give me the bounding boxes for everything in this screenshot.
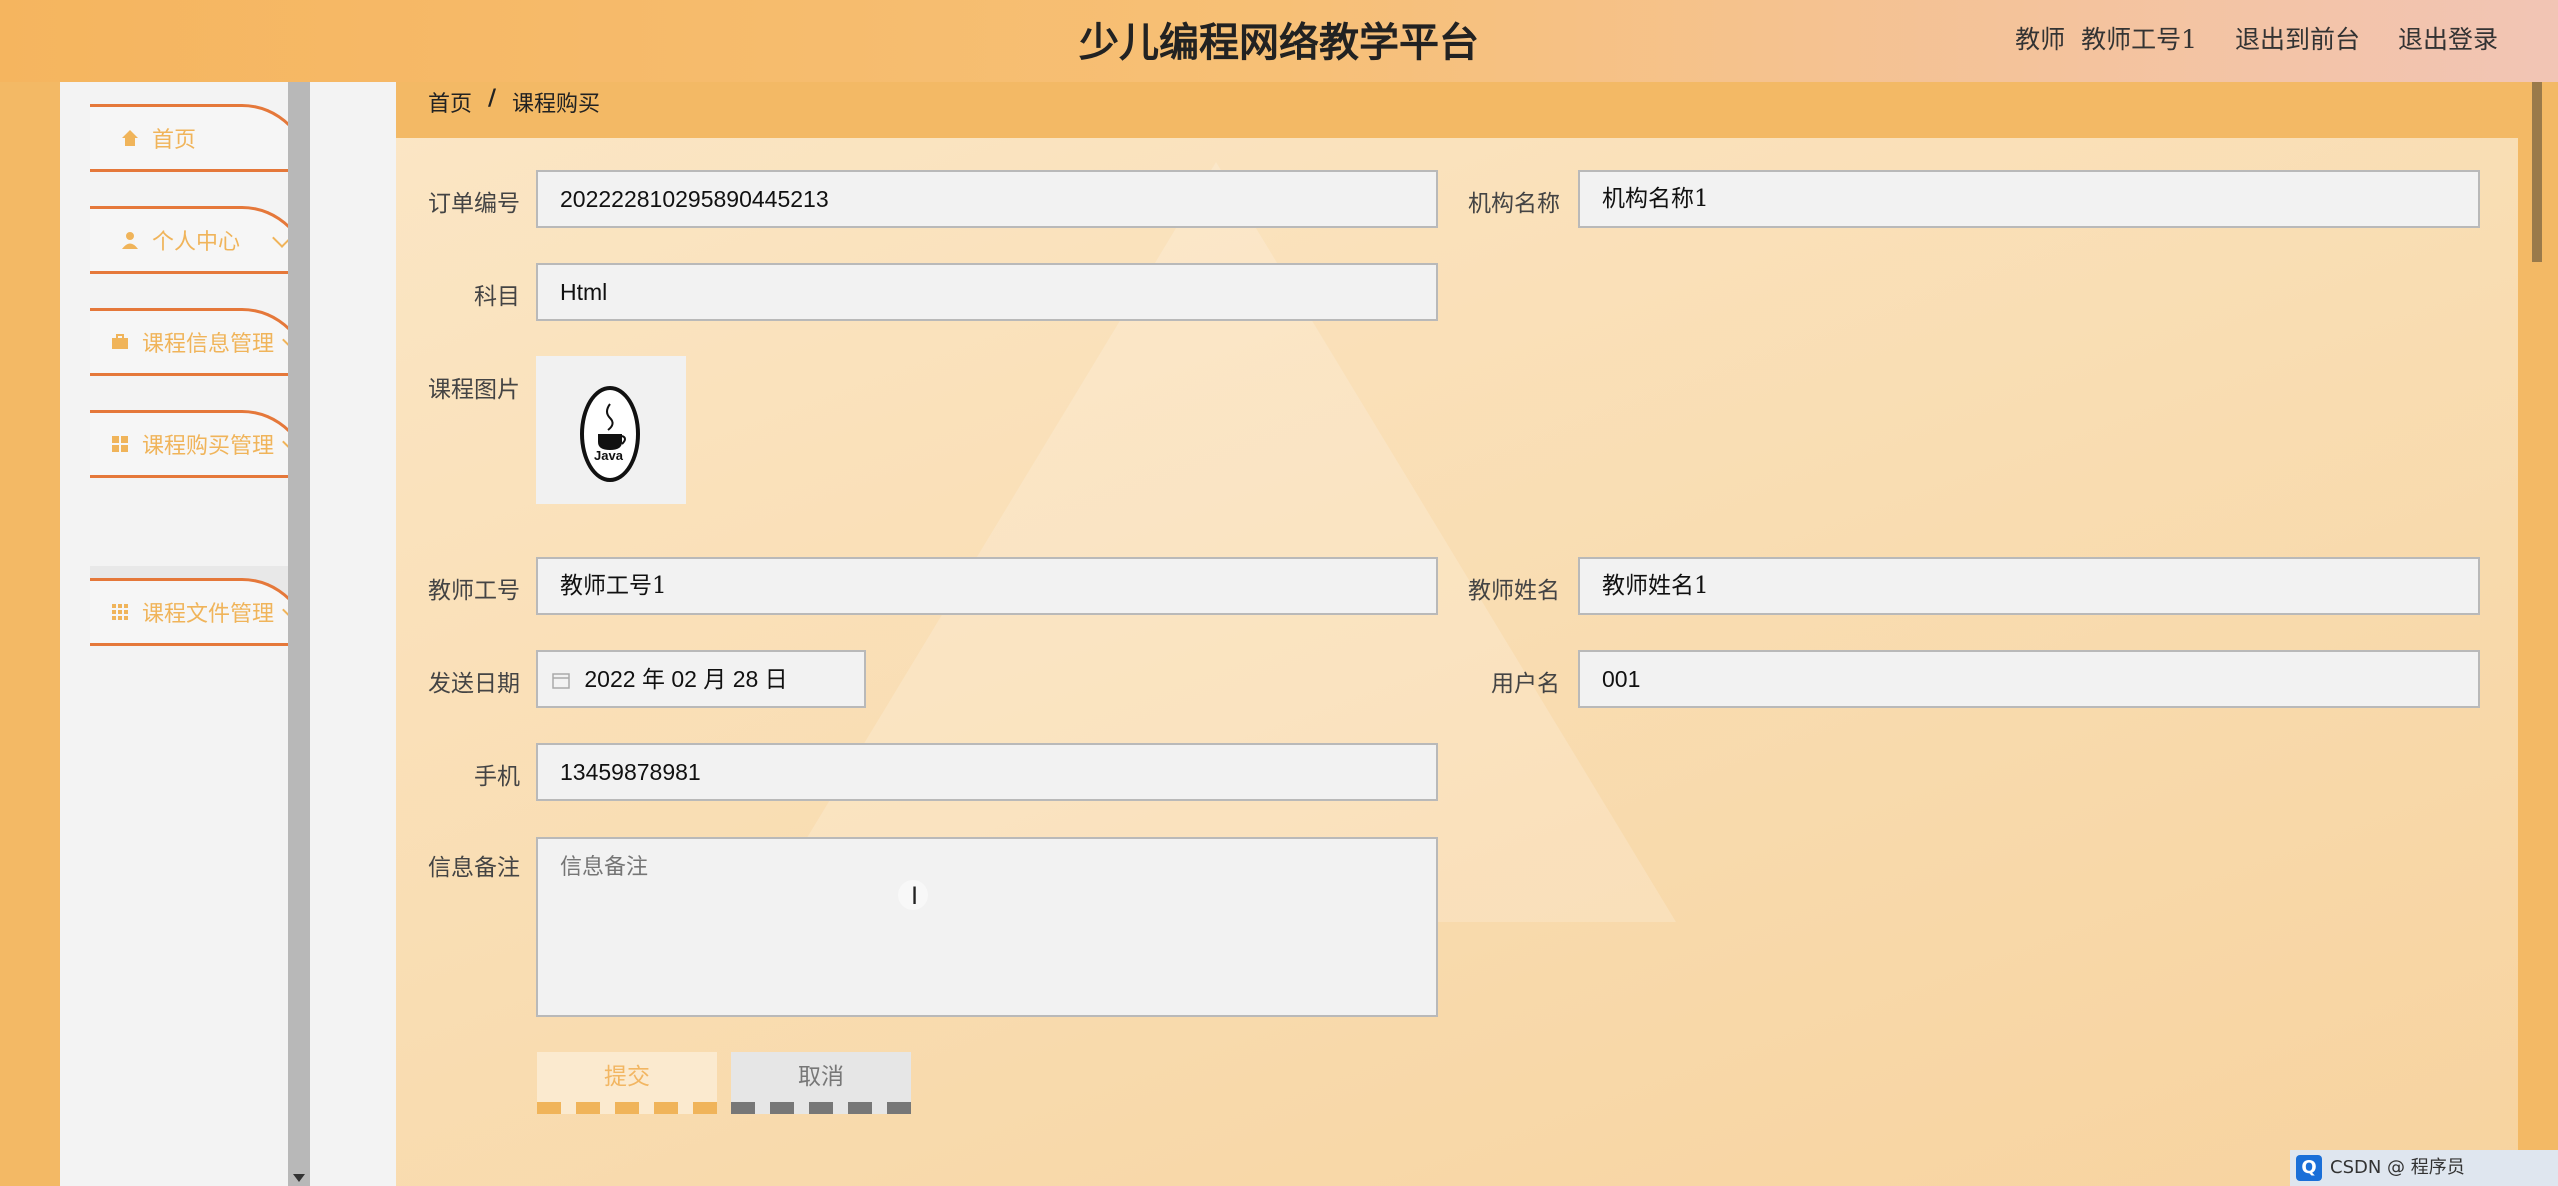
send-date-picker[interactable]: 2022 年 02 月 28 日 (536, 650, 866, 708)
org-name-label: 机构名称 (1468, 191, 1560, 217)
sidebar-item-label: 个人中心 (152, 230, 241, 255)
briefcase-icon (112, 334, 128, 349)
teacher-name-label: 教师姓名 (1468, 578, 1560, 604)
sidebar-item-label: 课程购买管理 (142, 434, 275, 459)
sidebar-item-home[interactable]: 首页 (90, 104, 310, 172)
java-logo-icon: Java (580, 386, 640, 482)
sidebar-item-course-info[interactable]: 课程信息管理 (90, 308, 310, 376)
org-name-input[interactable]: 机构名称1 (1578, 170, 2480, 228)
breadcrumb-home[interactable]: 首页 (428, 86, 472, 118)
user-id: 教师工号1 (2081, 25, 2197, 54)
main-scrollbar[interactable] (2532, 82, 2542, 262)
remark-textarea[interactable] (536, 837, 1438, 1017)
sidebar-scrollbar[interactable] (288, 82, 310, 1186)
java-logo-text: Java (594, 448, 623, 463)
teacher-id-input[interactable]: 教师工号1 (536, 557, 1438, 615)
text-cursor-icon: I (911, 882, 919, 910)
sidebar-item-label: 课程信息管理 (142, 332, 275, 357)
remark-label: 信息备注 (428, 855, 520, 881)
csdn-watermark: Q CSDN @ 程序员 (2290, 1150, 2558, 1186)
header-actions: 教师 教师工号1 退出到前台 退出登录 (2015, 20, 2498, 56)
order-no-label: 订单编号 (428, 191, 520, 217)
sidebar-item-course-purchase[interactable]: 课程购买管理 (90, 410, 310, 478)
sidebar-item-label: 首页 (152, 128, 197, 153)
subject-label: 科目 (474, 284, 520, 310)
coffee-cup-icon (598, 403, 626, 450)
sidebar-item-course-files[interactable]: 课程文件管理 (90, 578, 310, 646)
search-q-icon: Q (2296, 1155, 2322, 1181)
breadcrumb-current: 课程购买 (512, 92, 601, 117)
phone-input[interactable]: 13459878981 (536, 743, 1438, 801)
top-header: 少儿编程网络教学平台 教师 教师工号1 退出到前台 退出登录 (0, 0, 2558, 82)
order-no-input[interactable]: 202222810295890445213 (536, 170, 1438, 228)
sidebar: 首页 个人中心 课程信息管理 课程购买管理 课程购买 课程文件管理 (60, 82, 314, 1186)
teacher-id-label: 教师工号 (428, 578, 520, 604)
main-content (396, 82, 2518, 1186)
scroll-down-arrow-icon[interactable] (293, 1174, 305, 1182)
send-date-value: 2022 年 02 月 28 日 (584, 666, 788, 692)
user-role: 教师 (2015, 25, 2066, 54)
subject-input[interactable]: Html (536, 263, 1438, 321)
home-icon (122, 130, 138, 146)
course-image[interactable]: Java (536, 356, 686, 504)
username-input[interactable]: 001 (1578, 650, 2480, 708)
apps-icon (112, 604, 128, 620)
sidebar-item-label: 课程文件管理 (142, 602, 275, 627)
calendar-icon (552, 673, 570, 689)
send-date-label: 发送日期 (428, 671, 520, 697)
submit-button[interactable]: 提交 (537, 1052, 717, 1114)
back-to-front-link[interactable]: 退出到前台 (2235, 20, 2360, 56)
sidebar-gap (310, 82, 396, 1186)
logout-link[interactable]: 退出登录 (2398, 20, 2498, 56)
user-info: 教师 教师工号1 (2015, 20, 2197, 56)
left-color-strip (0, 82, 60, 1186)
cancel-button[interactable]: 取消 (731, 1052, 911, 1114)
teacher-name-input[interactable]: 教师姓名1 (1578, 557, 2480, 615)
course-image-label: 课程图片 (428, 377, 520, 403)
breadcrumb-separator: / (488, 86, 497, 111)
sidebar-item-personal-center[interactable]: 个人中心 (90, 206, 310, 274)
user-icon (122, 232, 138, 249)
watermark-text: CSDN @ 程序员 (2330, 1157, 2465, 1178)
breadcrumb: 首页 / 课程购买 (396, 82, 2518, 138)
phone-label: 手机 (474, 764, 520, 790)
grid-icon (112, 436, 128, 452)
username-label: 用户名 (1491, 671, 1560, 697)
